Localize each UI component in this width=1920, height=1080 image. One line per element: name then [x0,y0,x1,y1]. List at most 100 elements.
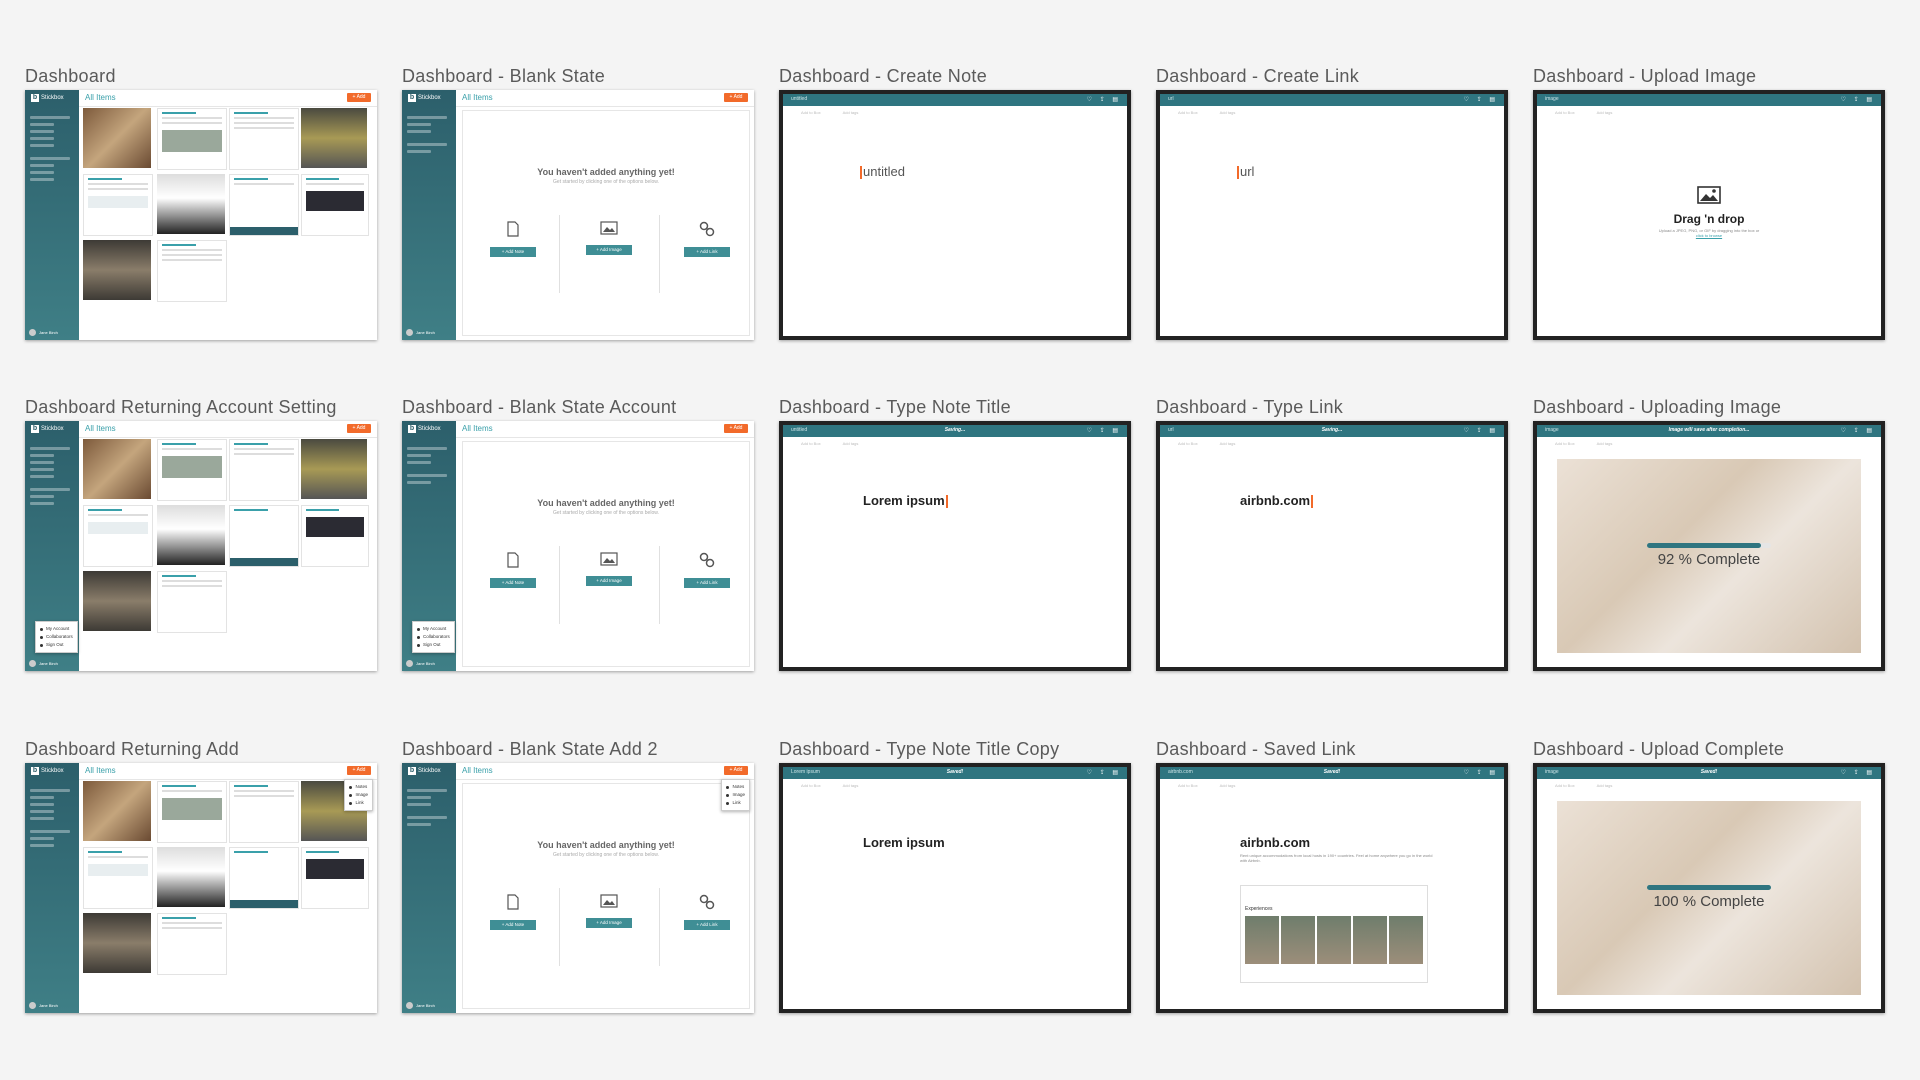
image-card[interactable] [157,847,225,907]
add-menu-item[interactable]: Link [349,799,368,807]
add-button[interactable]: + Add [724,93,748,102]
link-card[interactable] [157,108,227,170]
note-card[interactable] [157,571,227,633]
artboard-type-link[interactable]: Dashboard - Type Link url Saving... ♡ ⇪ ▤ … [1156,393,1508,671]
add-button[interactable]: + Add [724,766,748,775]
add-note-button[interactable]: + Add Note [490,920,536,930]
artboard-returning-add[interactable]: Dashboard Returning Add b Stickbox Jane B… [25,735,377,1013]
user-footer[interactable]: Jane Birch [406,660,435,667]
editor-actions[interactable]: ♡ ⇪ ▤ [1087,96,1121,103]
link-url-input[interactable]: airbnb.com [1240,493,1314,509]
image-card[interactable] [157,505,225,565]
image-card[interactable] [83,108,151,168]
note-title-input[interactable]: Lorem ipsum [863,835,945,850]
link-card[interactable] [157,439,227,501]
artboard-upload-complete[interactable]: Dashboard - Upload Complete image Saved! ♡… [1533,735,1885,1013]
note-card[interactable] [229,781,299,843]
editor-meta: Add to Box Add tags [801,110,859,115]
add-menu-item[interactable]: Image [349,791,368,799]
add-menu-item[interactable]: Link [726,799,745,807]
note-card[interactable] [229,847,299,909]
note-title-input[interactable]: Lorem ipsum [863,493,949,509]
account-menu-item[interactable]: Collaborators [40,633,73,641]
note-title-input[interactable]: untitled [859,164,905,180]
add-menu-item[interactable]: Notes [726,783,745,791]
artboard-returning-account[interactable]: Dashboard Returning Account Setting b Sti… [25,393,377,671]
image-card[interactable] [83,571,151,631]
user-footer[interactable]: Jane Birch [29,660,58,667]
artboard-upload-image[interactable]: Dashboard - Upload Image image ♡ ⇪ ▤ Add … [1533,62,1885,340]
account-menu-item[interactable]: Collaborators [417,633,450,641]
artboard-type-note-title[interactable]: Dashboard - Type Note Title untitled Savi… [779,393,1131,671]
editor-actions[interactable]: ♡ ⇪ ▤ [1464,96,1498,103]
link-preview-image[interactable]: Experiences [1240,885,1428,983]
add-button[interactable]: + Add [347,93,371,102]
artboard-blank-state-account[interactable]: Dashboard - Blank State Account b Stickbo… [402,393,754,671]
artboard-type-note-copy[interactable]: Dashboard - Type Note Title Copy Lorem i… [779,735,1131,1013]
image-card[interactable] [83,439,151,499]
note-card[interactable] [229,439,299,501]
add-image-button[interactable]: + Add Image [586,245,632,255]
link-card[interactable] [301,505,369,567]
image-card[interactable] [301,108,367,168]
dashboard-frame: b Stickbox Jane Birch All Items + Add [25,763,377,1013]
editor-actions[interactable]: ♡ ⇪ ▤ [1087,427,1121,434]
user-footer[interactable]: Jane Birch [29,329,58,336]
editor-actions[interactable]: ♡ ⇪ ▤ [1841,769,1875,776]
editor-actions[interactable]: ♡ ⇪ ▤ [1087,769,1121,776]
editor-actions[interactable]: ♡ ⇪ ▤ [1841,427,1875,434]
add-link-button[interactable]: + Add Link [684,247,730,257]
artboard-dashboard[interactable]: Dashboard b Stickbox Jane Birch All Items… [25,62,377,340]
link-card[interactable] [157,781,227,843]
artboard-create-note[interactable]: Dashboard - Create Note untitled ♡ ⇪ ▤ Ad… [779,62,1131,340]
add-note-button[interactable]: + Add Note [490,578,536,588]
link-card[interactable] [301,847,369,909]
add-image-button[interactable]: + Add Image [586,576,632,586]
artboard-title: Dashboard - Uploading Image [1533,397,1782,417]
drop-zone-title[interactable]: Drag 'n drop [1537,212,1881,226]
link-url-input[interactable]: url [1236,164,1254,180]
note-card[interactable] [229,505,299,567]
user-footer[interactable]: Jane Birch [406,329,435,336]
image-card[interactable] [83,781,151,841]
artboard-create-link[interactable]: Dashboard - Create Link url ♡ ⇪ ▤ Add to … [1156,62,1508,340]
add-note-button[interactable]: + Add Note [490,247,536,257]
editor-actions[interactable]: ♡ ⇪ ▤ [1464,769,1498,776]
link-option: + Add Link [661,552,753,614]
editor-actions[interactable]: ♡ ⇪ ▤ [1464,427,1498,434]
note-card[interactable] [157,913,227,975]
link-card[interactable] [83,847,153,909]
image-card[interactable] [83,913,151,973]
add-button[interactable]: + Add [347,424,371,433]
link-card[interactable] [83,174,153,236]
add-link-button[interactable]: + Add Link [684,578,730,588]
link-url-input[interactable]: airbnb.com [1240,835,1310,850]
type-note-frame: untitled Saving... ♡ ⇪ ▤ Add to Box Add tag… [779,421,1131,671]
add-image-button[interactable]: + Add Image [586,918,632,928]
artboard-blank-state-add[interactable]: Dashboard - Blank State Add 2 b Stickbox … [402,735,754,1013]
image-card[interactable] [157,174,225,234]
account-menu-item[interactable]: Sign Out [40,641,73,649]
link-card[interactable] [301,174,369,236]
artboard-blank-state[interactable]: Dashboard - Blank State b Stickbox Jane B… [402,62,754,340]
account-menu-item[interactable]: My Account [40,625,73,633]
artboard-uploading-image[interactable]: Dashboard - Uploading Image image Image w… [1533,393,1885,671]
note-card[interactable] [229,174,299,236]
add-link-button[interactable]: + Add Link [684,920,730,930]
add-button[interactable]: + Add [347,766,371,775]
link-card[interactable] [83,505,153,567]
account-menu-item[interactable]: Sign Out [417,641,450,649]
image-card[interactable] [83,240,151,300]
add-menu-item[interactable]: Notes [349,783,368,791]
add-button[interactable]: + Add [724,424,748,433]
artboard-saved-link[interactable]: Dashboard - Saved Link airbnb.com Saved! ♡… [1156,735,1508,1013]
note-card[interactable] [157,240,227,302]
user-footer[interactable]: Jane Birch [406,1002,435,1009]
user-footer[interactable]: Jane Birch [29,1002,58,1009]
account-menu-item[interactable]: My Account [417,625,450,633]
add-menu-item[interactable]: Image [726,791,745,799]
image-card[interactable] [301,439,367,499]
browse-link[interactable]: click to browse [1696,233,1722,238]
note-card[interactable] [229,108,299,170]
editor-actions[interactable]: ♡ ⇪ ▤ [1841,96,1875,103]
